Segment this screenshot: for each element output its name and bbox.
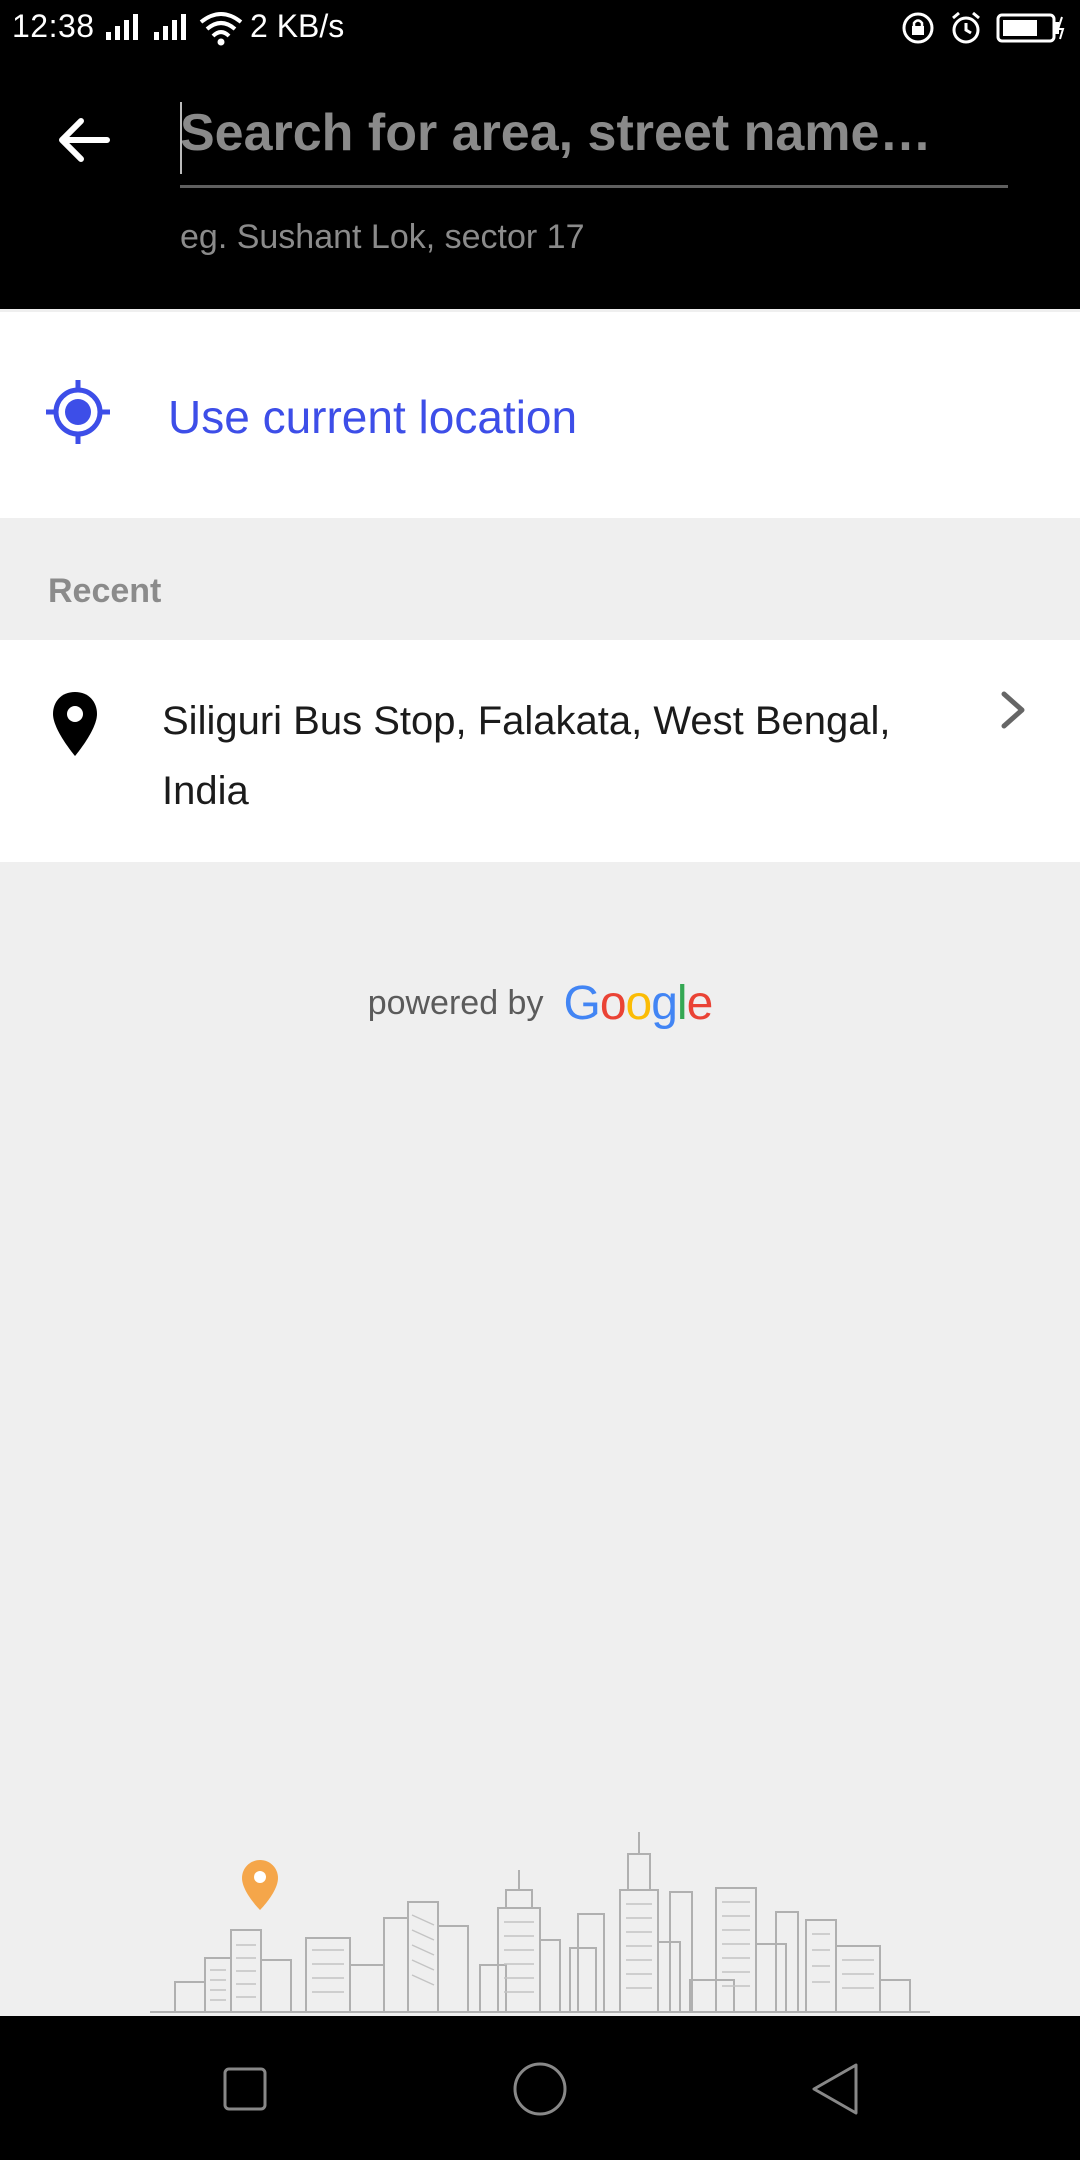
wifi-icon [199,12,243,46]
lock-rotation-icon [902,12,934,44]
orange-pin-illustration [242,1860,278,1910]
home-button[interactable] [505,2054,575,2124]
signal-icon [154,12,186,40]
search-hint: eg. Sushant Lok, sector 17 [180,218,585,256]
chevron-right-icon [1001,691,1025,729]
use-current-location-label: Use current location [168,391,578,443]
back-button[interactable] [44,100,124,180]
powered-by-google: powered by Google [0,976,1080,1031]
recent-location-label: Siliguri Bus Stop, Falakata, West Bengal… [162,699,891,813]
recent-section-header: Recent [0,518,1080,640]
recents-button[interactable] [210,2054,280,2124]
recent-location-item[interactable]: Siliguri Bus Stop, Falakata, West Bengal… [0,640,1080,862]
status-time: 12:38 [12,8,95,44]
system-nav-bar [0,2016,1080,2160]
alarm-icon [952,11,980,44]
status-icons [900,10,1066,46]
battery-icon [996,13,1065,43]
search-input[interactable] [180,88,1008,188]
home-circle-icon [513,2062,567,2116]
back-nav-button[interactable] [800,2054,870,2124]
back-triangle-icon [812,2063,858,2115]
city-skyline-illustration [150,1832,930,2013]
text-caret [180,102,182,174]
arrow-left-icon [59,118,110,162]
signal-icon [106,12,138,40]
use-current-location-button[interactable]: Use current location [0,312,1080,518]
map-pin-icon [53,692,97,756]
gps-target-icon [46,380,110,444]
powered-by-text: powered by [367,984,544,1022]
search-header: eg. Sushant Lok, sector 17 [0,56,1080,309]
recents-square-icon [223,2067,267,2111]
google-logo: Google [563,977,713,1030]
network-speed: 2 KB/s [250,8,345,44]
status-bar: 12:38 2 KB/s [0,0,1080,56]
recent-label: Recent [48,572,162,610]
